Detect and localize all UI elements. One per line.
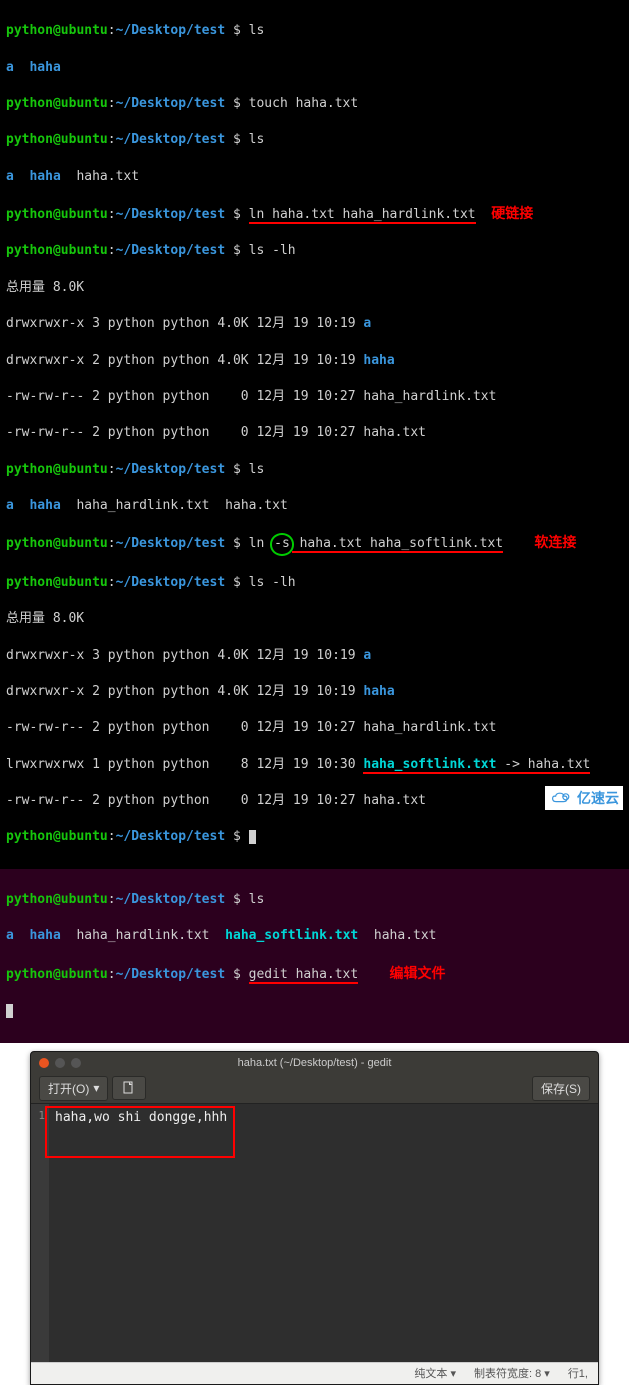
- term-line: python@ubuntu:~/Desktop/test $ ls -lh: [6, 242, 623, 260]
- output-line: drwxrwxr-x 2 python python 4.0K 12月 19 1…: [6, 352, 623, 370]
- output-line: a haha: [6, 59, 623, 77]
- output-line: -rw-rw-r-- 2 python python 0 12月 19 10:2…: [6, 792, 623, 810]
- open-button[interactable]: 打开(O) ▾: [39, 1076, 108, 1101]
- gedit-window: haha.txt (~/Desktop/test) - gedit 打开(O) …: [30, 1051, 599, 1385]
- output-line: -rw-rw-r-- 2 python python 0 12月 19 10:2…: [6, 424, 623, 442]
- gedit-statusbar: 纯文本 ▾ 制表符宽度: 8 ▾ 行1,: [31, 1362, 598, 1384]
- gedit-editor-area[interactable]: 1 haha,wo shi dongge,hhh: [31, 1104, 598, 1362]
- status-syntax[interactable]: 纯文本 ▾: [414, 1365, 456, 1381]
- prompt-user: python@ubuntu: [6, 23, 108, 38]
- output-line: a haha haha_hardlink.txt haha_softlink.t…: [6, 927, 623, 945]
- chevron-down-icon: ▾: [93, 1081, 99, 1095]
- file-content-line1: haha,wo shi dongge,hhh: [55, 1110, 227, 1125]
- window-max-icon[interactable]: [71, 1058, 81, 1068]
- touch-command[interactable]: touch haha.txt: [249, 96, 359, 111]
- output-total: 总用量 8.0K: [6, 610, 623, 628]
- window-close-icon[interactable]: [39, 1058, 49, 1068]
- term-line: [6, 1002, 623, 1020]
- ls-lh-command[interactable]: ls -lh: [249, 243, 296, 258]
- output-line: drwxrwxr-x 3 python python 4.0K 12月 19 1…: [6, 315, 623, 333]
- output-total: 总用量 8.0K: [6, 279, 623, 297]
- term-line: python@ubuntu:~/Desktop/test $ ln haha.t…: [6, 204, 623, 224]
- annotation-editfile: 编辑文件: [390, 964, 446, 984]
- annotation-softlink: 软连接: [534, 533, 576, 553]
- ln-softlink-command[interactable]: ln -s haha.txt haha_softlink.txt: [249, 536, 503, 551]
- gedit-title: haha.txt (~/Desktop/test) - gedit: [238, 1057, 392, 1069]
- term-line: python@ubuntu:~/Desktop/test $: [6, 828, 623, 846]
- status-position: 行1,: [568, 1365, 588, 1381]
- gedit-toolbar: 打开(O) ▾ 保存(S): [31, 1074, 598, 1104]
- output-line: a haha haha_hardlink.txt haha.txt: [6, 497, 623, 515]
- output-line: drwxrwxr-x 2 python python 4.0K 12月 19 1…: [6, 683, 623, 701]
- new-tab-button[interactable]: [112, 1076, 146, 1100]
- new-file-icon: [121, 1080, 137, 1096]
- window-min-icon[interactable]: [55, 1058, 65, 1068]
- output-line: -rw-rw-r-- 2 python python 0 12月 19 10:2…: [6, 719, 623, 737]
- cursor-icon[interactable]: [6, 1004, 13, 1018]
- term-line: python@ubuntu:~/Desktop/test $ ls: [6, 131, 623, 149]
- gedit-command[interactable]: gedit haha.txt: [249, 967, 359, 984]
- term-line: python@ubuntu:~/Desktop/test $ ls: [6, 891, 623, 909]
- term-line: python@ubuntu:~/Desktop/test $ ln -s hah…: [6, 533, 623, 555]
- term-line: python@ubuntu:~/Desktop/test $ touch hah…: [6, 95, 623, 113]
- terminal-purple-panel: python@ubuntu:~/Desktop/test $ ls a haha…: [0, 869, 629, 1043]
- softlink-flag-circle: -s: [270, 533, 294, 555]
- watermark-yisu: 亿速云: [545, 786, 623, 810]
- save-button[interactable]: 保存(S): [532, 1076, 590, 1101]
- terminal-black-panel: python@ubuntu:~/Desktop/test $ ls a haha…: [0, 0, 629, 869]
- annotation-hardlink: 硬链接: [491, 204, 533, 224]
- ls-command[interactable]: ls: [249, 23, 265, 38]
- editor-content[interactable]: haha,wo shi dongge,hhh: [49, 1104, 598, 1362]
- cursor-icon[interactable]: [249, 830, 256, 844]
- output-line: -rw-rw-r-- 2 python python 0 12月 19 10:2…: [6, 388, 623, 406]
- term-line: python@ubuntu:~/Desktop/test $ ls: [6, 461, 623, 479]
- prompt-path: ~/Desktop/test: [116, 23, 226, 38]
- prompt-symbol: $: [225, 23, 248, 38]
- term-line: python@ubuntu:~/Desktop/test $ ls -lh: [6, 574, 623, 592]
- cloud-icon: [549, 789, 573, 807]
- output-line: a haha haha.txt: [6, 168, 623, 186]
- softlink-name: haha_softlink.txt: [363, 757, 496, 774]
- line-number-gutter: 1: [31, 1104, 49, 1362]
- gedit-titlebar[interactable]: haha.txt (~/Desktop/test) - gedit: [31, 1052, 598, 1074]
- output-line: drwxrwxr-x 3 python python 4.0K 12月 19 1…: [6, 647, 623, 665]
- status-tabwidth[interactable]: 制表符宽度: 8 ▾: [474, 1365, 550, 1381]
- term-line: python@ubuntu:~/Desktop/test $ ls: [6, 22, 623, 40]
- term-line: python@ubuntu:~/Desktop/test $ gedit hah…: [6, 964, 623, 984]
- output-line: lrwxrwxrwx 1 python python 8 12月 19 10:3…: [6, 756, 623, 774]
- ln-hardlink-command[interactable]: ln haha.txt haha_hardlink.txt: [249, 207, 476, 224]
